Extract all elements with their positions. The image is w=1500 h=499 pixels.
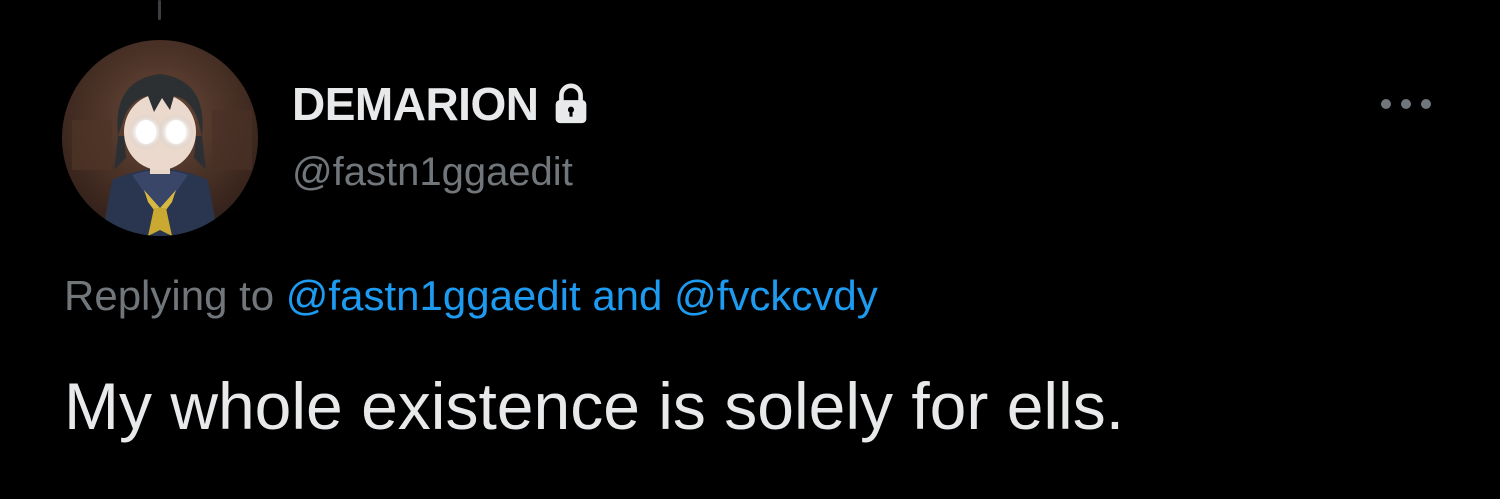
more-options-button[interactable]: [1370, 84, 1442, 124]
lock-icon: [548, 81, 594, 127]
avatar-image: [62, 40, 258, 236]
reply-context-prefix: Replying to: [64, 272, 275, 319]
mention-link[interactable]: @fvckcvdy: [674, 272, 878, 319]
reply-context-joiner: and: [592, 272, 663, 319]
avatar[interactable]: [62, 40, 258, 236]
more-horizontal-icon: [1381, 99, 1431, 109]
author-handle[interactable]: @fastn1ggaedit: [292, 150, 573, 195]
display-name[interactable]: DEMARION: [292, 77, 539, 131]
thread-connector-line: [158, 0, 161, 20]
author-name-row[interactable]: DEMARION: [292, 74, 594, 134]
reply-context: Replying to @fastn1ggaedit and @fvckcvdy: [64, 272, 878, 320]
tweet-text: My whole existence is solely for ells.: [64, 369, 1125, 443]
mention-link[interactable]: @fastn1ggaedit: [286, 272, 581, 319]
